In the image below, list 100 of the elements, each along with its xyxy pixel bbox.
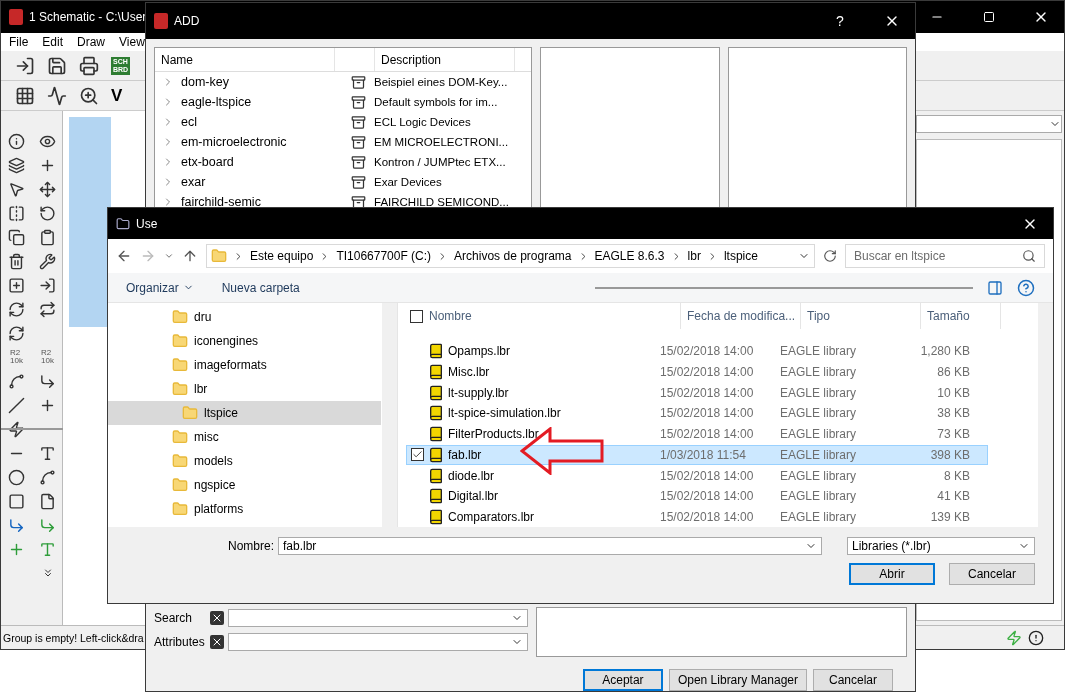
dialog-button[interactable]: Abrir	[849, 563, 935, 585]
up-icon[interactable]	[182, 248, 198, 264]
file-row[interactable]: Opamps.lbr 15/02/2018 14:00 EAGLE library 1,280 KB	[406, 341, 988, 362]
path-item[interactable]: EAGLE 8.6.3	[594, 249, 665, 263]
checkbox[interactable]	[411, 448, 424, 462]
scrollbar[interactable]	[382, 303, 397, 527]
back-icon[interactable]	[116, 248, 132, 264]
library-name[interactable]: ecl	[181, 115, 351, 129]
copy-icon[interactable]	[8, 228, 25, 246]
checkbox[interactable]	[410, 309, 423, 323]
folder-item[interactable]: platforms	[108, 497, 381, 521]
path-item[interactable]: ltspice	[723, 249, 758, 263]
dialog-button[interactable]: Open Library Manager	[668, 669, 807, 691]
move-icon[interactable]	[39, 180, 56, 198]
file-row[interactable]: FilterProducts.lbr 15/02/2018 14:00 EAGLE library 73 KB	[406, 424, 988, 444]
clear-icon[interactable]	[210, 635, 224, 649]
new-folder-button[interactable]: Nueva carpeta	[221, 280, 300, 295]
add-icon[interactable]	[8, 276, 25, 294]
menu-item[interactable]: Edit	[42, 35, 64, 49]
text-icon[interactable]	[39, 444, 56, 462]
folder-item[interactable]: lbr	[108, 377, 381, 401]
preview-pane-icon[interactable]	[987, 279, 1003, 296]
circle-icon[interactable]	[8, 468, 25, 486]
delete-icon[interactable]	[8, 252, 25, 270]
path-item[interactable]: TI10667700F (C:)	[336, 249, 432, 263]
clear-icon[interactable]	[210, 611, 224, 625]
folder-item[interactable]: ltspice	[108, 401, 381, 425]
pointer-icon[interactable]	[8, 180, 25, 198]
folder-item[interactable]: ngspice	[108, 473, 381, 497]
scrollbar[interactable]	[1038, 303, 1053, 527]
column-header[interactable]: Nombre	[423, 303, 681, 330]
arc-icon[interactable]	[39, 468, 56, 486]
column-header[interactable]: Name	[155, 48, 335, 71]
open-icon[interactable]	[15, 55, 35, 76]
bolt-icon[interactable]	[8, 420, 25, 438]
attributes-field[interactable]	[228, 633, 528, 651]
library-name[interactable]: eagle-ltspice	[181, 95, 351, 109]
paste-icon[interactable]	[39, 228, 56, 246]
corner-icon[interactable]	[39, 372, 56, 390]
folder-item[interactable]: dru	[108, 305, 381, 329]
wire-icon[interactable]	[8, 516, 25, 534]
swap-icon[interactable]	[8, 300, 25, 318]
library-name[interactable]: exar	[181, 175, 351, 189]
folder-item[interactable]: models	[108, 449, 381, 473]
info-icon[interactable]	[8, 132, 25, 150]
folder-item[interactable]: misc	[108, 425, 381, 449]
help-icon[interactable]	[1017, 278, 1035, 297]
repeat-icon[interactable]	[39, 300, 56, 318]
library-name[interactable]: fairchild-semic	[181, 195, 351, 209]
wrench-icon[interactable]	[39, 252, 56, 270]
menu-item[interactable]: Draw	[77, 35, 106, 49]
search-field[interactable]: Buscar en ltspice	[845, 244, 1045, 268]
file-row[interactable]: lt-spice-simulation.lbr 15/02/2018 14:00 EAGLE library 38 KB	[406, 403, 988, 424]
column-header[interactable]: Description	[375, 48, 515, 71]
path-item[interactable]: Archivos de programa	[454, 249, 572, 263]
path-item[interactable]: Este equipo	[250, 249, 314, 263]
label-icon[interactable]	[39, 540, 56, 558]
menu-item[interactable]: File	[9, 35, 29, 49]
search-field[interactable]	[228, 609, 528, 627]
filter-dropdown[interactable]: Libraries (*.lbr)	[847, 537, 1035, 555]
folder-item[interactable]: imageformats	[108, 353, 381, 377]
mirror-icon[interactable]	[8, 204, 25, 222]
file-row[interactable]: Misc.lbr 15/02/2018 14:00 EAGLE library 86 KB	[406, 362, 988, 382]
library-name[interactable]: etx-board	[181, 155, 351, 169]
value-label-icon[interactable]: R2 10k	[10, 349, 23, 365]
column-header[interactable]: Fecha de modifica...	[681, 303, 801, 330]
filename-field[interactable]: fab.lbr	[278, 537, 822, 555]
dialog-button[interactable]: Cancelar	[949, 563, 1035, 585]
insert-icon[interactable]	[39, 276, 56, 294]
polygon-icon[interactable]	[39, 492, 56, 510]
print-icon[interactable]	[79, 55, 99, 76]
dialog-button[interactable]: Cancelar	[813, 669, 893, 691]
net-icon[interactable]	[39, 516, 56, 534]
rotate-icon[interactable]	[39, 204, 56, 222]
column-header[interactable]: Tamaño	[921, 303, 1001, 330]
zoom-icon[interactable]	[79, 85, 99, 106]
address-bar[interactable]: Este equipo TI10667700F (C:) Archivos de programa EAGLE 8.6.3 lbr ltspice	[206, 244, 815, 268]
library-name[interactable]: dom-key	[181, 75, 351, 89]
wave-icon[interactable]	[47, 85, 67, 106]
alert-icon[interactable]	[1028, 629, 1044, 646]
library-name[interactable]: em-microelectronic	[181, 135, 351, 149]
help-button[interactable]: ?	[817, 3, 863, 39]
organize-menu[interactable]: Organizar	[126, 280, 194, 295]
file-row[interactable]: lt-supply.lbr 15/02/2018 14:00 EAGLE library 10 KB	[406, 382, 988, 403]
column-header[interactable]: Tipo	[801, 303, 921, 330]
save-icon[interactable]	[47, 55, 67, 76]
dialog-button[interactable]: Aceptar	[582, 669, 663, 691]
file-row[interactable]: Digital.lbr 15/02/2018 14:00 EAGLE library 41 KB	[406, 486, 988, 507]
maximize-icon[interactable]	[983, 11, 995, 23]
refresh-icon[interactable]	[823, 249, 837, 263]
path-item[interactable]: lbr	[687, 249, 701, 263]
toolbar-glyph[interactable]: V	[111, 85, 123, 106]
slash-icon[interactable]	[8, 396, 25, 414]
layers-icon[interactable]	[8, 156, 25, 174]
value-label-icon[interactable]: R2 10k	[41, 349, 54, 365]
curve-icon[interactable]	[8, 372, 25, 390]
replace-icon[interactable]	[8, 324, 25, 342]
file-row[interactable]: Comparators.lbr 15/02/2018 14:00 EAGLE library 139 KB	[406, 507, 988, 527]
file-row[interactable]: fab.lbr 1/03/2018 11:54 EAGLE library 398 KB	[406, 445, 988, 465]
rectangle-icon[interactable]	[8, 492, 25, 510]
